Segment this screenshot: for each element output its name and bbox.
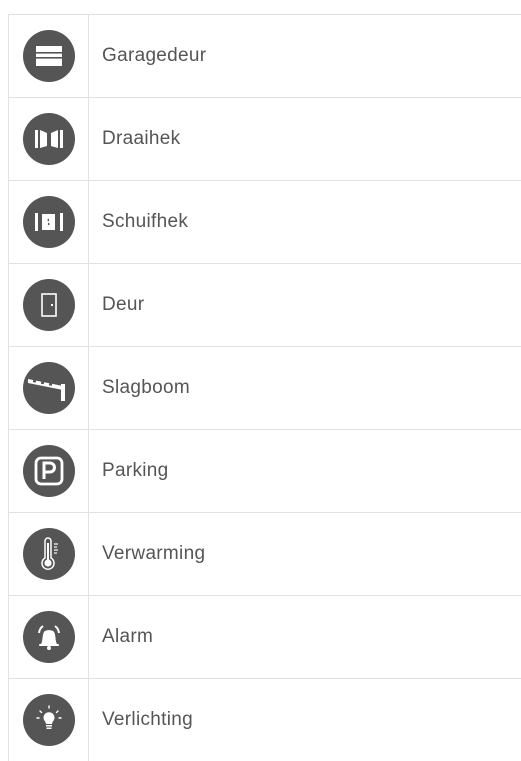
icon-cell xyxy=(8,430,89,512)
icon-cell xyxy=(8,513,89,595)
icon-cell xyxy=(8,181,89,263)
icon-cell xyxy=(8,15,89,97)
icon-cell xyxy=(8,596,89,678)
device-type-list: Garagedeur Draaihek Schuifhek Deur Slagb… xyxy=(8,14,521,761)
thermometer-icon xyxy=(22,528,75,580)
item-label: Draaihek xyxy=(102,128,181,149)
list-item-slagboom[interactable]: Slagboom xyxy=(8,347,521,430)
list-item-deur[interactable]: Deur xyxy=(8,264,521,347)
list-item-garagedeur[interactable]: Garagedeur xyxy=(8,15,521,98)
item-label: Schuifhek xyxy=(102,211,189,232)
list-item-verwarming[interactable]: Verwarming xyxy=(8,513,521,596)
item-label: Slagboom xyxy=(102,377,190,398)
list-item-draaihek[interactable]: Draaihek xyxy=(8,98,521,181)
icon-cell xyxy=(8,264,89,346)
barrier-icon xyxy=(22,362,75,414)
icon-cell xyxy=(8,679,89,761)
garage-door-icon xyxy=(22,30,75,82)
list-item-verlichting[interactable]: Verlichting xyxy=(8,679,521,761)
sliding-gate-icon xyxy=(22,196,75,248)
lightbulb-icon xyxy=(22,694,75,746)
alarm-bell-icon xyxy=(22,611,75,663)
list-item-schuifhek[interactable]: Schuifhek xyxy=(8,181,521,264)
item-label: Verwarming xyxy=(102,543,206,564)
item-label: Alarm xyxy=(102,626,154,647)
icon-cell xyxy=(8,98,89,180)
swing-gate-icon xyxy=(22,113,75,165)
item-label: Deur xyxy=(102,294,145,315)
parking-icon xyxy=(22,445,75,497)
door-icon xyxy=(22,279,75,331)
item-label: Garagedeur xyxy=(102,45,207,66)
item-label: Parking xyxy=(102,460,169,481)
item-label: Verlichting xyxy=(102,709,193,730)
list-item-alarm[interactable]: Alarm xyxy=(8,596,521,679)
list-item-parking[interactable]: Parking xyxy=(8,430,521,513)
icon-cell xyxy=(8,347,89,429)
